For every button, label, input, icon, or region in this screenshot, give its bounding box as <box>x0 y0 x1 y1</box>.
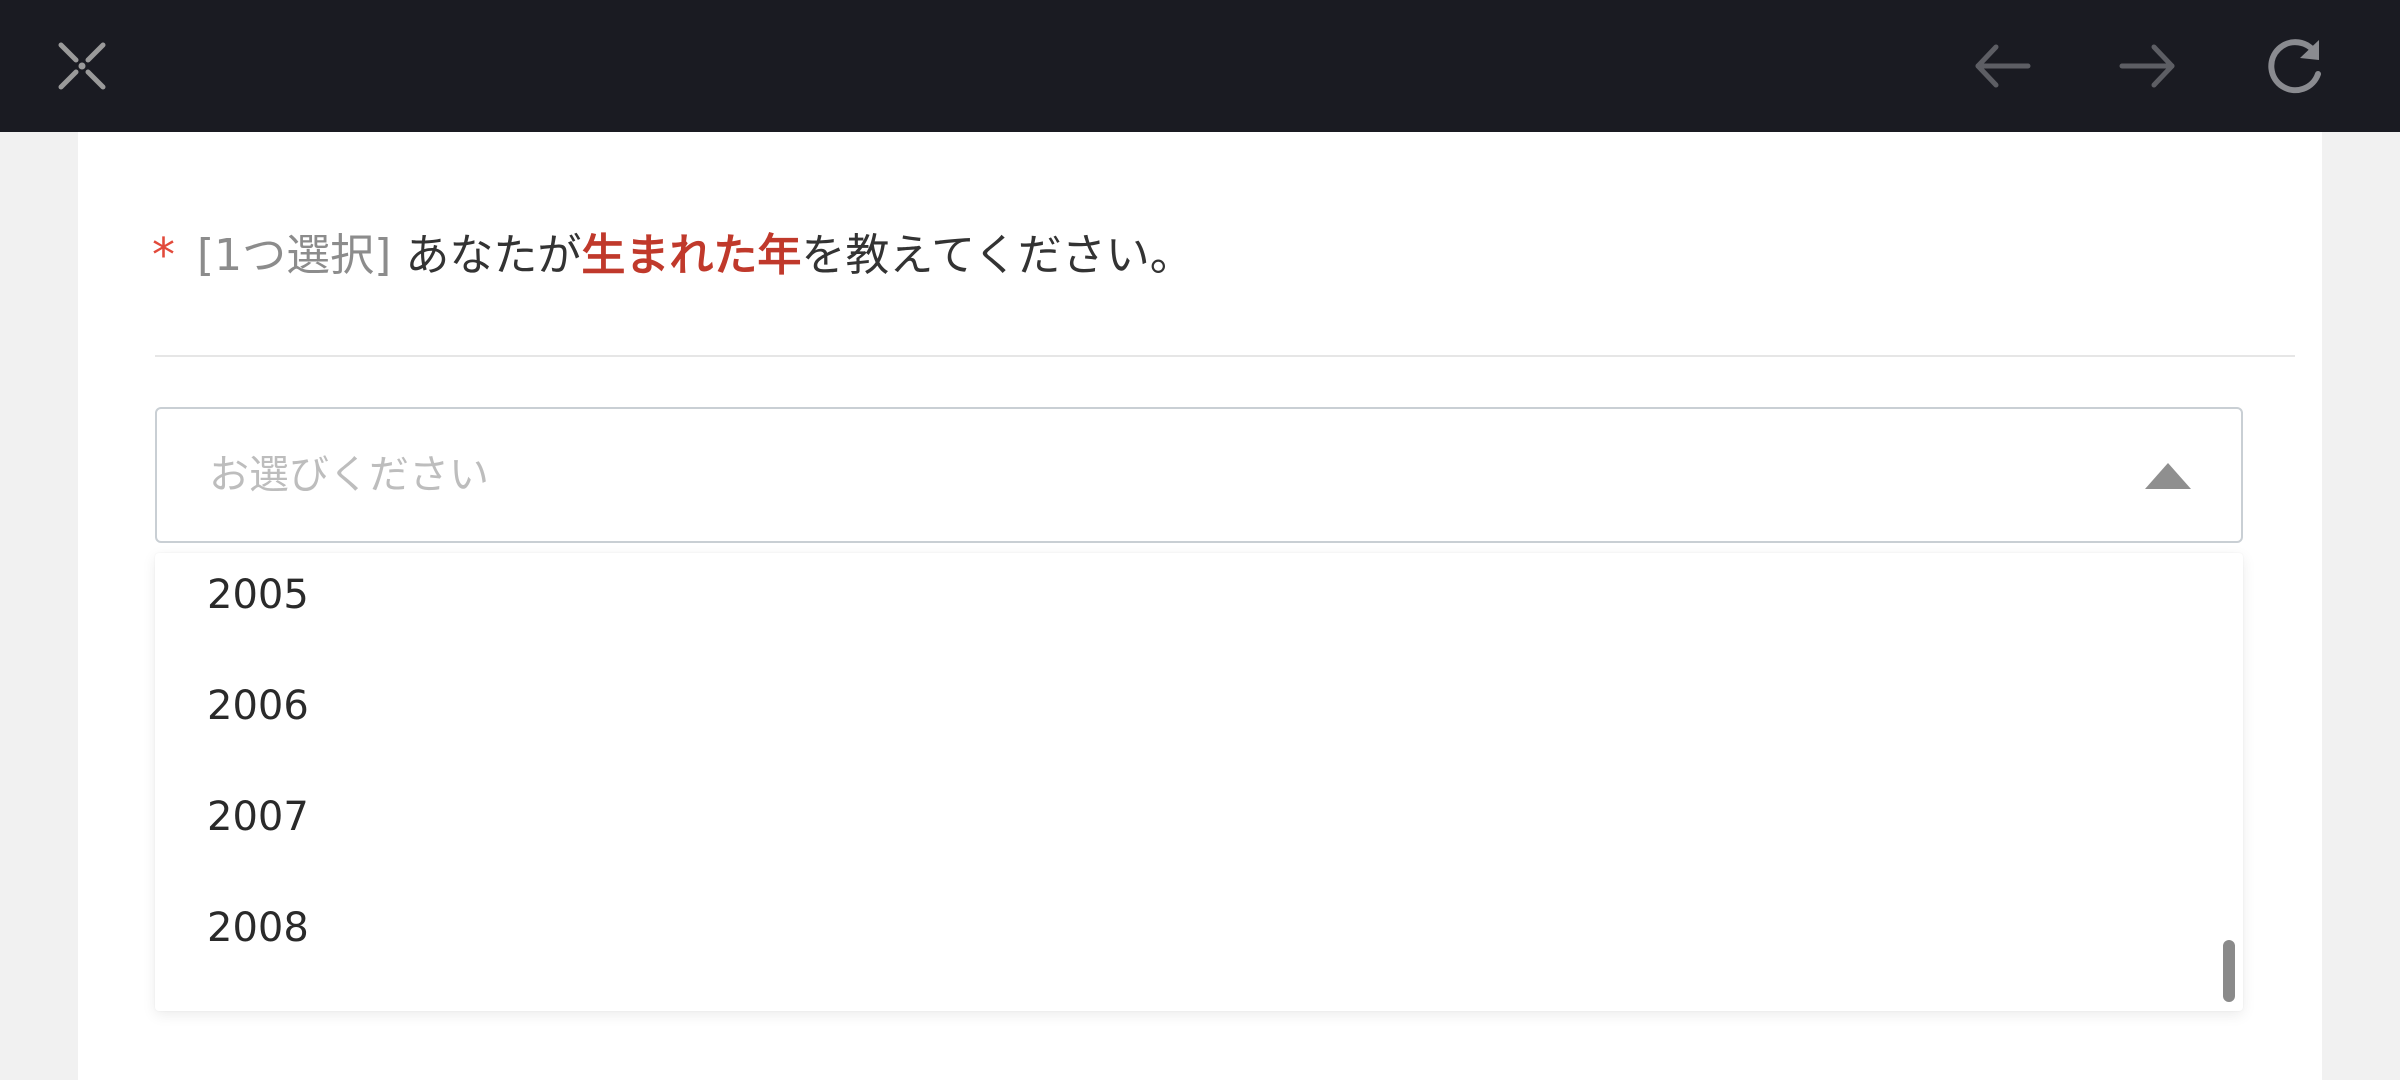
question-highlight: 生まれた年 <box>581 230 802 281</box>
question-title: * [1つ選択] あなたが 生まれた年 を教えてください。 <box>152 216 1194 286</box>
required-mark: * <box>152 228 175 282</box>
question-divider <box>155 355 2295 357</box>
year-option[interactable]: 2006 <box>207 676 309 736</box>
top-toolbar <box>0 0 2400 132</box>
back-button[interactable] <box>1962 26 2042 106</box>
caret-up-icon <box>2145 463 2191 489</box>
year-dropdown-list[interactable]: 2005 2006 2007 2008 <box>155 553 2243 1011</box>
dropdown-scrollbar[interactable] <box>2223 940 2235 1002</box>
select-placeholder: お選びください <box>209 452 489 498</box>
arrow-left-icon <box>1975 44 2031 88</box>
arrow-right-icon <box>2119 44 2175 88</box>
reload-button[interactable] <box>2254 26 2334 106</box>
year-option[interactable]: 2005 <box>207 565 309 625</box>
close-x-icon <box>58 42 106 90</box>
reload-icon <box>2268 39 2321 94</box>
year-option[interactable]: 2007 <box>207 787 309 847</box>
question-tag: [1つ選択] <box>197 230 392 281</box>
question-text-before: あなたが <box>405 230 582 281</box>
forward-button[interactable] <box>2108 26 2188 106</box>
question-text-after: を教えてください。 <box>801 230 1194 281</box>
birth-year-select[interactable]: お選びください <box>155 407 2243 543</box>
year-option[interactable]: 2008 <box>207 898 309 958</box>
close-button[interactable] <box>42 26 122 106</box>
